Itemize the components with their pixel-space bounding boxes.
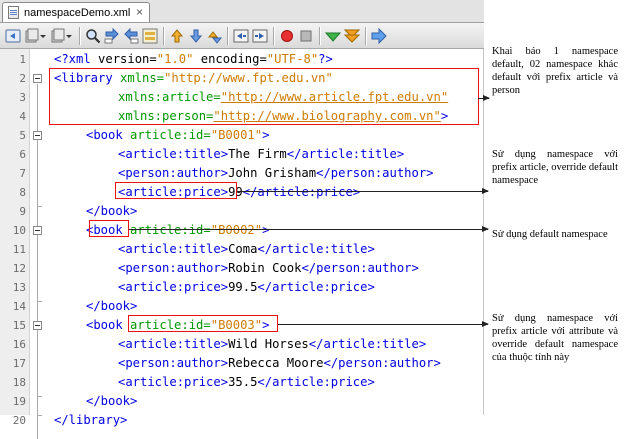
tab-title: namespaceDemo.xml (24, 6, 131, 19)
line-number: 12 (12, 262, 26, 275)
annotation-note-3: Sử dụng default namespace (492, 229, 608, 240)
line-number: 18 (12, 376, 26, 389)
code-line-18: <article:price>35.5</article:price> (118, 375, 375, 389)
line-number: 14 (12, 300, 26, 313)
record-macro-icon[interactable] (279, 28, 295, 44)
highlight-namespace-declarations (49, 68, 479, 125)
tab-bar: namespaceDemo.xml × (0, 0, 484, 23)
forward-dropdown-icon[interactable] (65, 28, 73, 44)
highlight-article-id-attribute (128, 315, 278, 332)
find-icon[interactable] (85, 28, 101, 44)
shift-right-icon[interactable] (252, 28, 268, 44)
code-line-19: </book> (86, 394, 138, 408)
editor-toolbar (0, 23, 484, 49)
annotation-note-1: Khai báo 1 namespace default, 02 namespa… (492, 46, 618, 96)
line-number: 7 (19, 167, 26, 180)
fold-toggle-icon[interactable] (33, 226, 42, 235)
arrow-note-2 (237, 188, 489, 194)
arrow-note-4 (278, 321, 489, 327)
highlight-book-element (89, 220, 129, 237)
next-bookmark-icon[interactable] (188, 28, 204, 44)
arrow-note-3 (129, 226, 489, 232)
code-line-6: <article:title>The Firm</article:title> (118, 147, 405, 161)
prev-occurrence-icon[interactable] (104, 28, 120, 44)
code-line-7: <person:author>John Grisham</person:auth… (118, 166, 434, 180)
fold-toggle-icon[interactable] (33, 321, 42, 330)
next-occurrence-icon[interactable] (123, 28, 139, 44)
code-line-16: <article:title>Wild Horses</article:titl… (118, 337, 427, 351)
validate-xml-icon[interactable] (344, 28, 360, 44)
toggle-highlight-search-icon[interactable] (142, 28, 158, 44)
code-line-17: <person:author>Rebecca Moore</person:aut… (118, 356, 441, 370)
xsl-transform-icon[interactable] (371, 28, 387, 44)
code-line-14: </book> (86, 299, 138, 313)
line-number: 9 (19, 205, 26, 218)
line-number: 11 (12, 243, 26, 256)
toggle-bookmark-icon[interactable] (207, 28, 223, 44)
xml-editor-window: namespaceDemo.xml × 1 2 3 4 5 6 7 8 9 10… (0, 0, 484, 439)
line-number: 5 (19, 129, 26, 142)
highlight-article-price (115, 182, 237, 199)
xml-file-icon (8, 6, 19, 19)
code-line-5: <book article:id="B0001"> (86, 128, 270, 142)
line-number: 1 (19, 53, 26, 66)
back-icon[interactable] (5, 28, 21, 44)
history-dropdown-icon[interactable] (39, 28, 47, 44)
fold-toggle-icon[interactable] (33, 131, 42, 140)
check-xml-icon[interactable] (325, 28, 341, 44)
code-line-1: <?xml version="1.0" encoding="UTF-8"?> (54, 52, 333, 66)
line-number: 4 (19, 110, 26, 123)
shift-left-icon[interactable] (233, 28, 249, 44)
line-number: 15 (12, 319, 26, 332)
prev-bookmark-icon[interactable] (169, 28, 185, 44)
line-number: 6 (19, 148, 26, 161)
code-line-20: </library> (54, 413, 128, 427)
tab-namespacedemo-xml[interactable]: namespaceDemo.xml × (2, 2, 150, 22)
line-number: 16 (12, 338, 26, 351)
history-icon[interactable] (24, 28, 40, 44)
line-number: 10 (12, 224, 26, 237)
fold-margin (30, 49, 46, 439)
annotation-note-2: Sử dụng namespace với prefix article, ov… (492, 149, 618, 186)
code-line-13: <article:price>99.5</article:price> (118, 280, 375, 294)
forward-icon[interactable] (50, 28, 66, 44)
code-line-11: <article:title>Coma</article:title> (118, 242, 375, 256)
line-number: 8 (19, 186, 26, 199)
annotation-note-4: Sử dụng namespace với prefix article với… (492, 313, 618, 363)
line-number: 17 (12, 357, 26, 370)
line-number: 13 (12, 281, 26, 294)
fold-toggle-icon[interactable] (33, 74, 42, 83)
code-line-9: </book> (86, 204, 138, 218)
stop-macro-icon[interactable] (298, 28, 314, 44)
arrow-note-1 (478, 95, 490, 101)
close-tab-icon[interactable]: × (136, 5, 143, 19)
code-line-12: <person:author>Robin Cook</person:author… (118, 261, 419, 275)
line-number: 20 (12, 414, 26, 427)
line-number: 19 (12, 395, 26, 408)
line-number: 2 (19, 72, 26, 85)
line-number: 3 (19, 91, 26, 104)
